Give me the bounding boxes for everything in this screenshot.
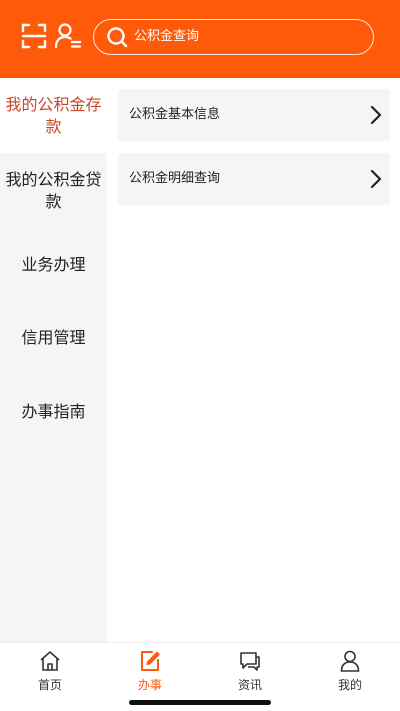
search-input[interactable] xyxy=(134,20,364,53)
tab-mine[interactable]: 我的 xyxy=(300,643,400,703)
tab-label: 办事 xyxy=(137,678,162,692)
card-label: 公积金明细查询 xyxy=(129,171,221,186)
person-icon xyxy=(340,650,360,672)
sidebar-item-deposit[interactable]: 我的公积金存款 xyxy=(0,78,107,153)
top-header xyxy=(0,0,400,78)
card-detail-query[interactable]: 公积金明细查询 xyxy=(118,153,390,205)
tab-news[interactable]: 资讯 xyxy=(200,643,300,703)
tab-label: 我的 xyxy=(337,678,362,692)
sidebar-item-label: 我的公积金存款 xyxy=(5,94,102,136)
card-label: 公积金基本信息 xyxy=(129,107,221,122)
chevron-right-icon xyxy=(370,105,382,125)
sidebar-item-label: 办事指南 xyxy=(21,401,86,421)
home-icon xyxy=(40,651,60,671)
chevron-right-icon xyxy=(370,169,382,189)
home-indicator xyxy=(129,700,271,705)
card-basic-info[interactable]: 公积金基本信息 xyxy=(118,89,390,141)
sidebar-item-guide[interactable]: 办事指南 xyxy=(0,375,107,448)
tab-label: 资讯 xyxy=(237,678,262,692)
search-box[interactable] xyxy=(93,19,374,55)
chat-icon xyxy=(240,652,260,671)
edit-icon xyxy=(141,651,160,671)
sidebar-item-credit[interactable]: 信用管理 xyxy=(0,301,107,375)
sidebar-item-label: 我的公积金贷款 xyxy=(5,169,102,211)
user-switch-icon[interactable] xyxy=(54,22,82,50)
sidebar-item-label: 信用管理 xyxy=(21,328,86,347)
sidebar-item-label: 业务办理 xyxy=(21,254,86,274)
tab-services[interactable]: 办事 xyxy=(100,643,200,703)
scan-icon[interactable] xyxy=(20,22,48,50)
sidebar-item-loan[interactable]: 我的公积金贷款 xyxy=(0,153,107,228)
sidebar-item-business[interactable]: 业务办理 xyxy=(0,228,107,301)
search-icon xyxy=(107,27,128,48)
tab-label: 首页 xyxy=(37,678,62,692)
category-sidebar: 我的公积金存款 我的公积金贷款 业务办理 信用管理 办事指南 xyxy=(0,78,107,642)
tab-home[interactable]: 首页 xyxy=(0,643,100,703)
content-panel: 公积金基本信息 公积金明细查询 xyxy=(107,78,400,642)
